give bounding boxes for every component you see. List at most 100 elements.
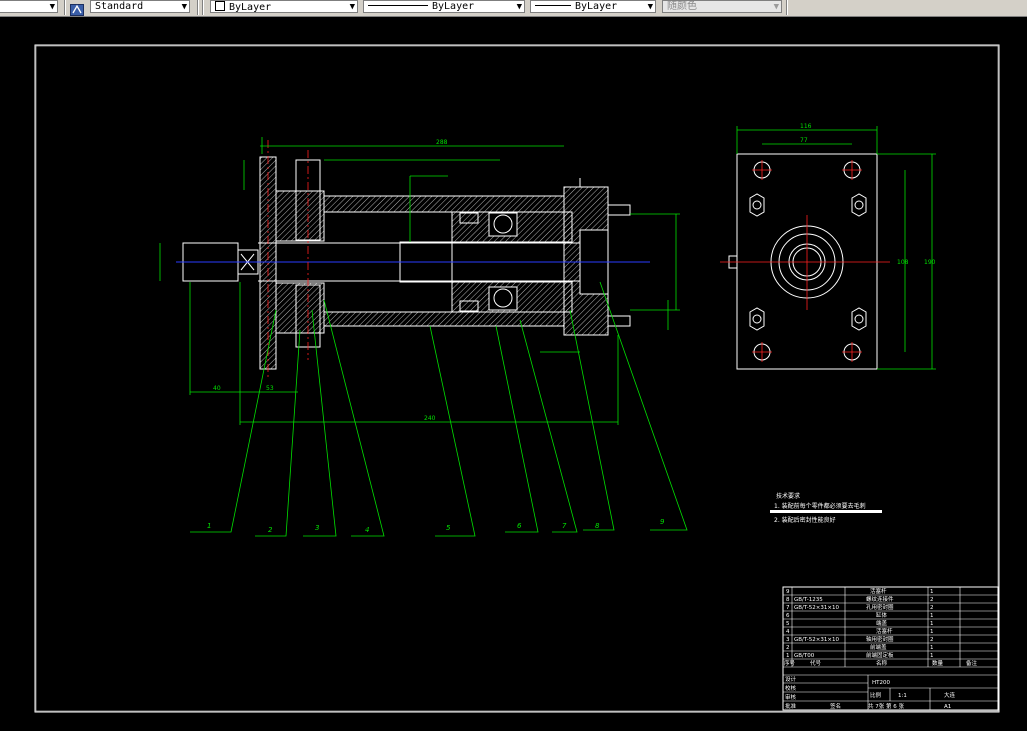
plot-style-value: 随颜色 (667, 1, 697, 12)
svg-text:1: 1 (930, 621, 934, 627)
chevron-down-icon: ▼ (49, 2, 55, 12)
dim-40: 40 (213, 385, 221, 392)
linetype-value: ByLayer (432, 1, 475, 12)
svg-text:2: 2 (930, 597, 934, 603)
side-view: 116 77 108 190 (720, 123, 936, 370)
dim-116: 116 (800, 123, 812, 130)
balloon-8: 8 (595, 522, 600, 530)
svg-text:2: 2 (786, 645, 790, 651)
balloon-1: 1 (207, 522, 211, 530)
svg-text:1:1: 1:1 (898, 693, 907, 699)
svg-text:7: 7 (786, 605, 790, 611)
svg-text:A1: A1 (944, 704, 951, 710)
svg-text:螺纹连接件: 螺纹连接件 (866, 595, 894, 603)
color-swatch-icon (215, 1, 225, 11)
svg-text:1: 1 (930, 613, 934, 619)
lineweight-preview-icon (535, 5, 571, 6)
svg-text:设计: 设计 (785, 675, 797, 683)
svg-text:1: 1 (930, 653, 934, 659)
svg-text:6: 6 (786, 613, 790, 619)
svg-text:审核: 审核 (785, 693, 797, 701)
first-combo[interactable]: ▼ (0, 0, 58, 13)
svg-text:端盖: 端盖 (876, 619, 888, 627)
text-style-value: Standard (95, 1, 144, 12)
balloon-7: 7 (562, 522, 567, 530)
svg-text:1: 1 (930, 589, 934, 595)
svg-text:孔用密封圈: 孔用密封圈 (866, 603, 894, 611)
toolbar-separator (197, 0, 199, 15)
svg-text:备注: 备注 (966, 659, 978, 667)
svg-text:GB/T-1235: GB/T-1235 (794, 597, 823, 603)
balloon-9: 9 (660, 518, 665, 526)
svg-text:名称: 名称 (876, 659, 888, 667)
tech-req-line-1: 1. 装配前每个零件都必须要去毛刺 (774, 502, 866, 510)
chevron-down-icon: ▼ (181, 2, 187, 12)
dim-288: 288 (436, 139, 448, 146)
svg-text:GB/T00: GB/T00 (794, 653, 815, 659)
svg-text:1: 1 (930, 645, 934, 651)
balloon-6: 6 (517, 522, 522, 530)
balloon-5: 5 (446, 524, 451, 532)
plot-style-select: 随颜色 ▼ (662, 0, 782, 13)
svg-text:共 7张 第 6 张: 共 7张 第 6 张 (868, 702, 904, 710)
toolbar-separator (202, 0, 204, 15)
svg-text:缸体: 缸体 (876, 611, 888, 619)
svg-text:1: 1 (930, 629, 934, 635)
dim-53: 53 (266, 385, 274, 392)
lineweight-value: ByLayer (575, 1, 618, 12)
svg-text:4: 4 (786, 629, 790, 635)
svg-text:GB/T-52×31×10: GB/T-52×31×10 (794, 605, 839, 611)
svg-text:5: 5 (786, 621, 790, 627)
dim-190: 190 (924, 259, 936, 266)
svg-text:大连: 大连 (944, 691, 956, 699)
properties-toolbar: ▼ Standard ▼ ByLayer ▼ ByLayer ▼ ByLayer ▼ 随… (0, 0, 1027, 17)
technical-requirements: 技术要求 1. 装配前每个零件都必须要去毛刺 2. 装配后密封性能良好 (770, 492, 882, 524)
section-view (182, 156, 631, 370)
title-block: 9 活塞杆 1 8 GB/T-1235 螺纹连接件 2 7 GB/T-52×31… (782, 586, 999, 711)
chevron-down-icon: ▼ (773, 2, 779, 12)
color-value: ByLayer (229, 2, 272, 13)
lineweight-select[interactable]: ByLayer ▼ (530, 0, 656, 13)
linetype-select[interactable]: ByLayer ▼ (363, 0, 525, 13)
drawing-canvas[interactable]: 40 53 288 240 116 77 108 190 1 2 3 4 5 6… (0, 17, 1027, 731)
toolbar-separator (786, 0, 788, 15)
svg-text:2: 2 (930, 605, 934, 611)
svg-text:签名: 签名 (830, 702, 841, 710)
dim-108: 108 (897, 259, 909, 266)
tech-req-title: 技术要求 (776, 492, 800, 500)
svg-text:前端盖: 前端盖 (870, 643, 887, 651)
svg-text:1: 1 (786, 653, 790, 659)
svg-text:批准: 批准 (785, 702, 797, 710)
svg-text:前端固定板: 前端固定板 (866, 651, 894, 659)
dim-77: 77 (800, 137, 808, 144)
svg-text:代号: 代号 (810, 659, 822, 667)
svg-text:序号: 序号 (784, 659, 796, 667)
color-select[interactable]: ByLayer ▼ (210, 0, 358, 13)
svg-text:轴用密封圈: 轴用密封圈 (866, 635, 894, 643)
chevron-down-icon: ▼ (516, 2, 522, 12)
tech-req-line-2: 2. 装配后密封性能良好 (774, 516, 836, 524)
svg-text:9: 9 (786, 589, 790, 595)
balloon-numbers: 1 2 3 4 5 6 7 8 9 (207, 518, 665, 534)
svg-text:比例: 比例 (870, 691, 882, 699)
svg-text:数量: 数量 (932, 659, 944, 667)
linetype-preview-icon (368, 5, 428, 6)
balloon-4: 4 (365, 526, 369, 534)
text-style-icon[interactable] (70, 1, 84, 16)
svg-text:3: 3 (786, 637, 790, 643)
svg-text:2: 2 (930, 637, 934, 643)
svg-text:活塞杆: 活塞杆 (870, 587, 887, 595)
svg-text:校核: 校核 (785, 684, 797, 692)
svg-text:活塞杆: 活塞杆 (876, 627, 893, 635)
svg-text:HT200: HT200 (872, 680, 890, 686)
dim-240: 240 (424, 415, 436, 422)
text-style-select[interactable]: Standard ▼ (90, 0, 190, 13)
svg-text:GB/T-52×31×10: GB/T-52×31×10 (794, 637, 839, 643)
svg-text:8: 8 (786, 597, 790, 603)
toolbar-separator (64, 0, 66, 15)
balloon-3: 3 (315, 524, 319, 532)
text-cursor-highlight (770, 510, 882, 513)
chevron-down-icon: ▼ (647, 2, 653, 12)
chevron-down-icon: ▼ (349, 2, 355, 12)
balloon-2: 2 (268, 526, 273, 534)
